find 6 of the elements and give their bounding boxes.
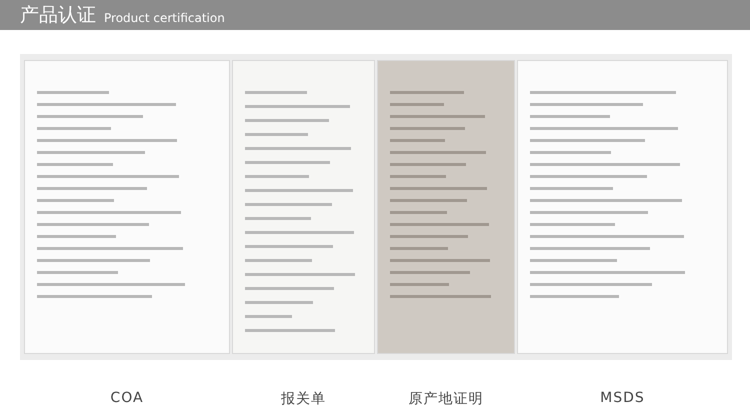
certificate-label: MSDS xyxy=(599,390,646,406)
certificate-label: COA xyxy=(109,390,145,406)
section-subtitle: Product certification xyxy=(104,10,225,26)
certificate-label: 原产地证明 xyxy=(408,390,484,406)
section-title: 产品认证 xyxy=(20,4,96,26)
certificate-label: 报关单 xyxy=(280,390,327,406)
